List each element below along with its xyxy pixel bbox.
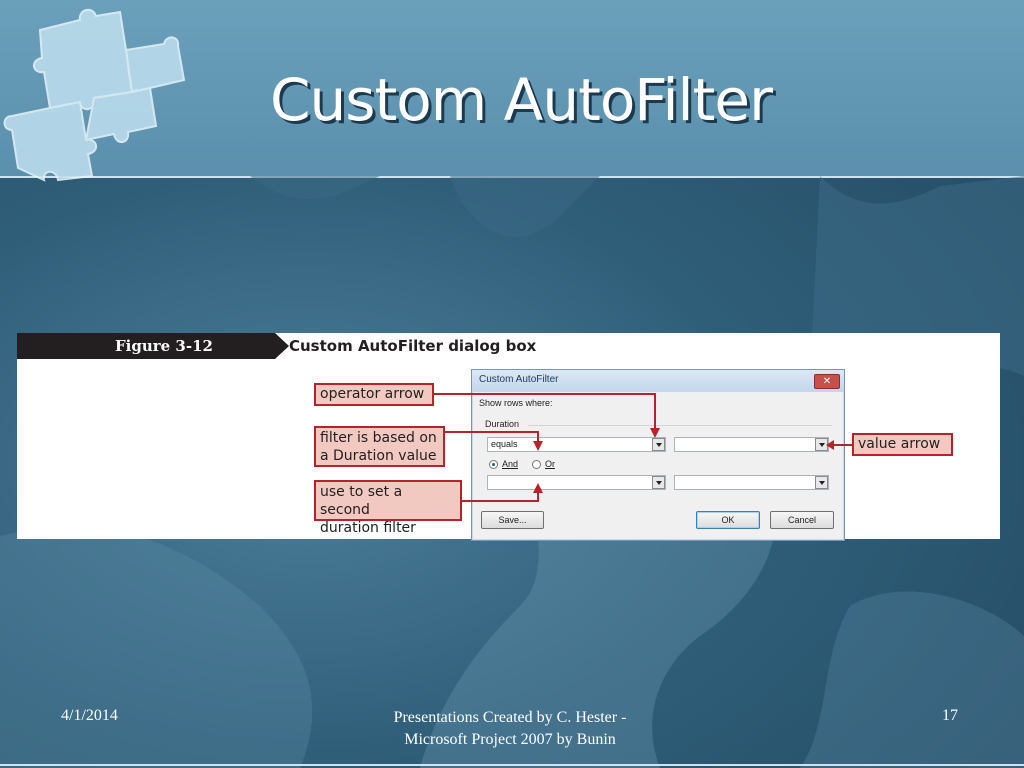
slide: Custom AutoFilter Figure 3-12 Custom Aut… — [0, 0, 1024, 768]
footer-date: 4/1/2014 — [61, 707, 118, 724]
filter-based-leader — [445, 431, 539, 443]
callout-leader-lines — [434, 393, 852, 502]
filter-based-arrowhead — [533, 441, 543, 451]
footer-page-number: 17 — [942, 707, 958, 724]
footer-credit-line1: Presentations Created by C. Hester - — [393, 709, 627, 726]
operator-arrow-leader — [434, 393, 656, 430]
footer-credit-line2: Microsoft Project 2007 by Bunin — [404, 731, 616, 748]
second-filter-leader — [462, 491, 539, 502]
footer-credit: Presentations Created by C. Hester - Mic… — [350, 707, 670, 751]
operator-arrowhead — [650, 428, 660, 438]
value-arrowhead — [826, 440, 834, 450]
footer-rule — [0, 764, 1024, 766]
second-filter-arrowhead — [533, 483, 543, 493]
